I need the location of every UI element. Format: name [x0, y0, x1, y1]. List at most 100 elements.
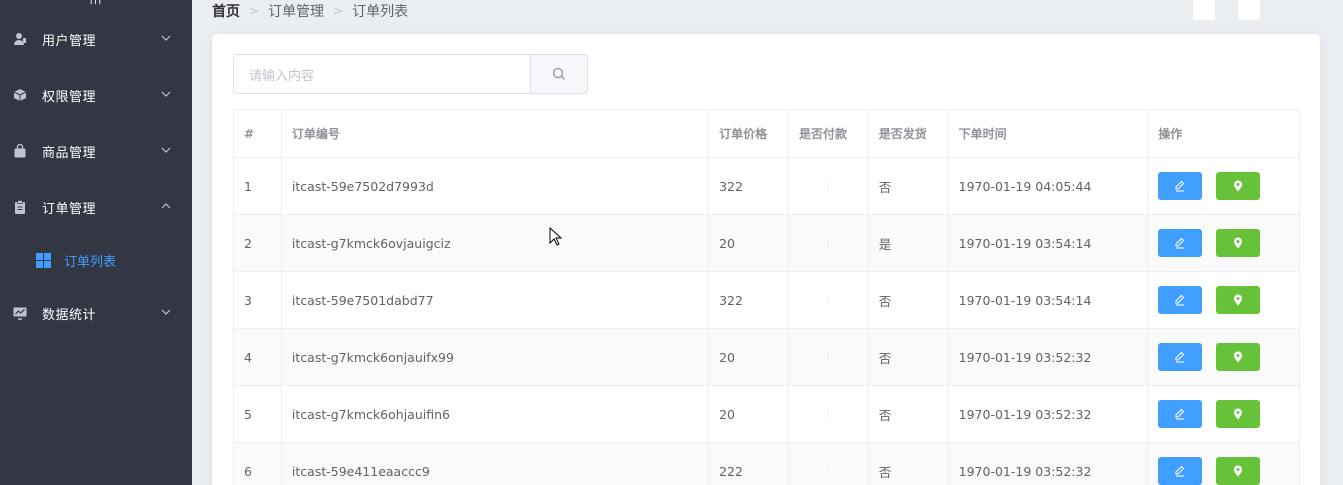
menu-users-label: 用户管理	[42, 33, 97, 49]
paid-tag	[827, 466, 829, 476]
search-button[interactable]	[530, 54, 588, 94]
table-header: # 订单编号 订单价格 是否付款 是否发货 下单时间 操作	[234, 110, 1299, 158]
menu-permissions[interactable]: 权限管理	[0, 75, 192, 115]
menu-orders-label: 订单管理	[42, 201, 97, 217]
edit-icon	[1175, 294, 1185, 306]
cell-shipped: 否	[869, 443, 949, 485]
location-button[interactable]	[1216, 400, 1261, 428]
menu-permissions-label: 权限管理	[42, 89, 97, 105]
cell-actions	[1148, 272, 1299, 328]
table-row: 6 itcast-59e411eaaccc9 222 否 1970-01-19 …	[234, 443, 1299, 485]
cell-price: 222	[709, 443, 789, 485]
location-button[interactable]	[1216, 457, 1261, 485]
search-input[interactable]: 请输入内容	[233, 54, 530, 94]
search-group: 请输入内容	[233, 54, 588, 94]
edit-icon	[1175, 408, 1185, 420]
table-row: 4 itcast-g7kmck6onjauifx99 20 否 1970-01-…	[234, 329, 1299, 386]
edit-button[interactable]	[1158, 457, 1203, 485]
location-button[interactable]	[1216, 229, 1261, 257]
user-icon	[13, 32, 27, 46]
edit-icon	[1175, 465, 1185, 477]
edit-icon	[1175, 237, 1185, 249]
cell-actions	[1148, 443, 1299, 485]
chevron-down-icon	[161, 147, 171, 153]
breadcrumb-separator: >	[333, 4, 344, 18]
cell-actions	[1148, 386, 1299, 442]
cell-price: 20	[709, 386, 789, 442]
menu-goods[interactable]: 商品管理	[0, 131, 192, 171]
menu-users[interactable]: 用户管理	[0, 19, 192, 59]
breadcrumb: 首页 > 订单管理 > 订单列表	[212, 0, 408, 22]
cell-order-no: itcast-g7kmck6ovjauigciz	[282, 215, 710, 271]
header-actions: 操作	[1158, 127, 1183, 141]
cell-order-no: itcast-g7kmck6onjauifx99	[282, 329, 710, 385]
location-button[interactable]	[1216, 343, 1261, 371]
cell-time: 1970-01-19 04:05:44	[949, 158, 1149, 214]
edit-button[interactable]	[1158, 229, 1203, 257]
submenu-order-list[interactable]: 订单列表	[0, 240, 192, 280]
cell-order-no: itcast-59e7502d7993d	[282, 158, 710, 214]
cell-paid	[789, 215, 869, 271]
chevron-down-icon	[161, 35, 171, 41]
cell-paid	[789, 158, 869, 214]
cell-shipped: 否	[869, 329, 949, 385]
location-icon	[1234, 180, 1243, 192]
cell-shipped: 否	[869, 386, 949, 442]
edit-button[interactable]	[1158, 400, 1203, 428]
paid-tag	[827, 295, 829, 305]
grid-icon	[36, 252, 51, 268]
cell-time: 1970-01-19 03:54:14	[949, 272, 1149, 328]
mouse-cursor-icon	[549, 227, 563, 246]
menu-orders[interactable]: 订单管理	[0, 187, 192, 227]
chevron-down-icon	[161, 309, 171, 315]
location-icon	[1234, 465, 1243, 477]
location-button[interactable]	[1216, 172, 1261, 200]
cell-index: 5	[234, 386, 282, 442]
location-icon	[1234, 351, 1243, 363]
cell-shipped: 否	[869, 158, 949, 214]
sidebar-toggle[interactable]: |||	[0, 0, 192, 10]
paid-tag	[827, 181, 829, 191]
paid-tag	[827, 409, 829, 419]
header-time: 下单时间	[949, 110, 1149, 157]
cell-time: 1970-01-19 03:54:14	[949, 215, 1149, 271]
cell-shipped: 否	[869, 272, 949, 328]
cell-paid	[789, 329, 869, 385]
cell-index: 4	[234, 329, 282, 385]
search-icon	[552, 67, 565, 80]
menu-statistics[interactable]: 数据统计	[0, 293, 192, 333]
edit-button[interactable]	[1158, 343, 1203, 371]
menu-statistics-label: 数据统计	[42, 307, 97, 323]
cell-time: 1970-01-19 03:52:32	[949, 443, 1149, 485]
cell-price: 20	[709, 329, 789, 385]
sidebar-toggle-label: |||	[89, 0, 102, 10]
location-icon	[1234, 294, 1243, 306]
cell-paid	[789, 272, 869, 328]
edit-icon	[1175, 351, 1185, 363]
cell-actions	[1148, 158, 1299, 214]
cell-order-no: itcast-59e7501dabd77	[282, 272, 710, 328]
top-widget	[1238, 0, 1260, 20]
search-placeholder: 请输入内容	[249, 68, 315, 84]
bag-icon	[13, 144, 27, 158]
location-button[interactable]	[1216, 286, 1261, 314]
edit-button[interactable]	[1158, 286, 1203, 314]
cell-actions	[1148, 215, 1299, 271]
breadcrumb-home[interactable]: 首页	[212, 1, 240, 21]
cell-index: 3	[234, 272, 282, 328]
edit-button[interactable]	[1158, 172, 1203, 200]
paid-tag	[827, 352, 829, 362]
edit-icon	[1175, 180, 1185, 192]
clipboard-icon	[13, 200, 27, 214]
header-index: #	[234, 110, 282, 157]
header-shipped: 是否发货	[869, 110, 949, 157]
chevron-up-icon	[161, 203, 171, 209]
cell-order-no: itcast-59e411eaaccc9	[282, 443, 710, 485]
cell-order-no: itcast-g7kmck6ohjauifin6	[282, 386, 710, 442]
orders-table: # 订单编号 订单价格 是否付款 是否发货 下单时间 操作 1 itcast-5…	[233, 109, 1300, 485]
box-icon	[13, 88, 27, 102]
table-row: 3 itcast-59e7501dabd77 322 否 1970-01-19 …	[234, 272, 1299, 329]
breadcrumb-order-list: 订单列表	[352, 4, 409, 20]
breadcrumb-order-management: 订单管理	[268, 4, 325, 20]
submenu-order-list-label: 订单列表	[64, 254, 117, 270]
